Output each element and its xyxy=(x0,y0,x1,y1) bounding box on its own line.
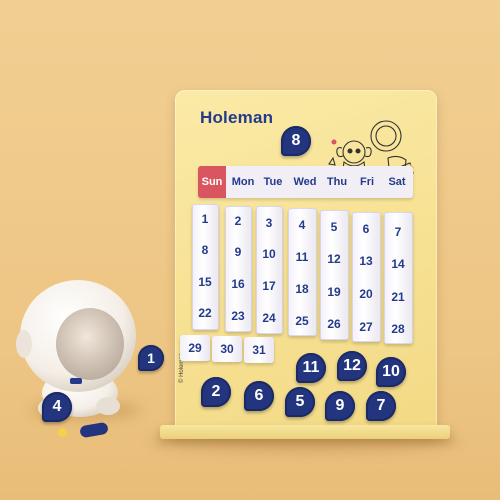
small-yellow-piece xyxy=(58,428,67,437)
number-magnet[interactable]: 1 xyxy=(138,345,164,371)
number-magnet[interactable]: 5 xyxy=(285,387,315,417)
brand-logo: Holeman xyxy=(200,108,274,127)
astronaut-figure xyxy=(16,280,136,418)
day-number: 17 xyxy=(262,279,276,293)
day-number: 7 xyxy=(394,225,402,239)
day-number: 14 xyxy=(391,257,405,271)
day-number: 2 xyxy=(234,214,242,228)
weekday-sat: Sat xyxy=(388,176,406,188)
figure-number-magnet[interactable]: 4 xyxy=(42,392,72,422)
day-number: 22 xyxy=(198,306,212,320)
weekday-mon: Mon xyxy=(231,176,255,188)
number-magnet[interactable]: 7 xyxy=(366,391,396,421)
day-number: 28 xyxy=(391,322,405,336)
month-magnet[interactable]: 8 xyxy=(281,126,311,156)
day-number: 10 xyxy=(262,247,276,261)
day-number: 26 xyxy=(327,317,341,331)
day-number: 12 xyxy=(327,252,341,266)
number-magnet[interactable]: 12 xyxy=(337,351,367,381)
day-number: 9 xyxy=(234,245,242,259)
number-magnet[interactable]: 11 xyxy=(296,353,326,383)
number-magnet[interactable]: 2 xyxy=(201,377,231,407)
day-number: 18 xyxy=(295,282,309,296)
day-number: 5 xyxy=(330,220,338,234)
number-magnet[interactable]: 9 xyxy=(325,391,355,421)
day-number: 21 xyxy=(391,290,405,304)
number-magnet[interactable]: 10 xyxy=(376,357,406,387)
day-number: 25 xyxy=(295,314,309,328)
day-number: 31 xyxy=(252,343,266,357)
day-number: 6 xyxy=(362,222,370,236)
day-number: 3 xyxy=(265,216,273,230)
day-number: 4 xyxy=(298,218,306,232)
day-number: 16 xyxy=(231,277,245,291)
day-number: 13 xyxy=(359,254,373,268)
day-number: 29 xyxy=(188,341,202,355)
day-number: 24 xyxy=(262,311,276,325)
day-number: 19 xyxy=(327,285,341,299)
day-number: 30 xyxy=(220,342,234,356)
day-number: 20 xyxy=(359,287,373,301)
day-number: 11 xyxy=(295,250,309,264)
weekday-sun: Sun xyxy=(198,166,226,198)
number-magnet[interactable]: 6 xyxy=(244,381,274,411)
day-number: 15 xyxy=(198,275,212,289)
weekday-tue: Tue xyxy=(263,176,283,188)
day-number: 27 xyxy=(359,320,373,334)
day-number: 8 xyxy=(201,243,209,257)
product-scene: Holeman © Holeman 8 Sun Mon Tue Wed Thu … xyxy=(0,0,500,500)
weekday-bar: Sun Mon Tue Wed Thu Fri Sat xyxy=(198,166,413,198)
day-number: 1 xyxy=(201,212,209,226)
day-number: 23 xyxy=(231,309,245,323)
weekday-fri: Fri xyxy=(359,176,375,188)
weekday-thu: Thu xyxy=(326,176,348,188)
calendar-base xyxy=(160,425,450,439)
weekday-wed: Wed xyxy=(293,176,317,188)
